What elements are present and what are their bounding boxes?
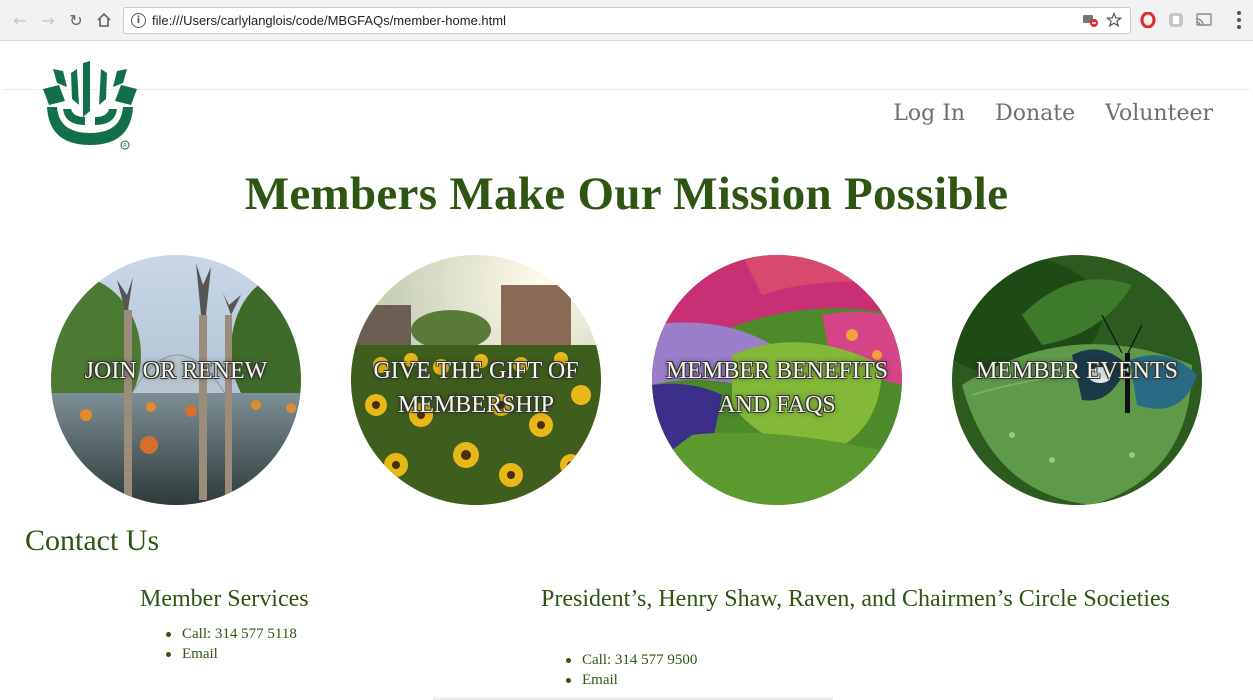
extension-badge-icon[interactable]: [1166, 10, 1186, 30]
nav-log-in[interactable]: Log In: [893, 101, 965, 126]
blocked-content-icon[interactable]: [1082, 12, 1098, 32]
page-info-icon[interactable]: i: [131, 13, 146, 28]
reload-icon[interactable]: ↻: [66, 10, 86, 30]
forward-arrow-icon[interactable]: →: [38, 10, 58, 30]
address-url[interactable]: file:///Users/carlylanglois/code/MBGFAQs…: [152, 13, 506, 28]
circle-societies-list: Call: 314 577 9500 Email: [566, 650, 697, 690]
circle-societies-phone[interactable]: Call: 314 577 9500: [566, 650, 697, 670]
circle-societies-email[interactable]: Email: [566, 670, 697, 690]
address-bar[interactable]: i file:///Users/carlylanglois/code/MBGFA…: [123, 7, 1131, 34]
nav-donate[interactable]: Donate: [995, 101, 1075, 126]
tile-label: MEMBER EVENTS: [975, 358, 1178, 384]
header-divider: [3, 89, 1250, 90]
tile-label: GIVE THE GIFT OF MEMBERSHIP: [373, 358, 579, 418]
scroll-shadow: [433, 696, 833, 700]
tile-gift-membership[interactable]: GIVE THE GIFT OF MEMBERSHIP: [351, 255, 601, 505]
tile-label: JOIN OR RENEW: [84, 358, 268, 384]
member-services-list: Call: 314 577 5118 Email: [166, 624, 297, 664]
back-arrow-icon[interactable]: ←: [10, 10, 30, 30]
cast-icon[interactable]: [1194, 10, 1214, 30]
member-services-phone[interactable]: Call: 314 577 5118: [166, 624, 297, 644]
contact-us-heading: Contact Us: [25, 524, 160, 557]
opera-extension-icon[interactable]: [1138, 10, 1158, 30]
member-services-heading: Member Services: [140, 586, 309, 612]
browser-toolbar: ← → ↻ i file:///Users/carlylanglois/code…: [0, 0, 1253, 41]
svg-text:R: R: [123, 143, 127, 149]
browser-menu-icon[interactable]: [1237, 11, 1241, 29]
top-navigation: Log In Donate Volunteer: [893, 101, 1213, 126]
nav-volunteer[interactable]: Volunteer: [1105, 101, 1213, 126]
tile-benefits-faqs[interactable]: MEMBER BENEFITS AND FAQS: [652, 255, 902, 505]
member-services-email[interactable]: Email: [166, 644, 297, 664]
home-icon[interactable]: [94, 10, 114, 30]
tile-label: MEMBER BENEFITS AND FAQS: [665, 358, 889, 418]
tile-join-or-renew[interactable]: JOIN OR RENEW: [51, 255, 301, 505]
page-title: Members Make Our Mission Possible: [244, 168, 1009, 220]
page: R Log In Donate Volunteer Members Make O…: [3, 41, 1250, 700]
tile-row: JOIN OR RENEW GIVE THE GIFT OF MEMBERSHI…: [51, 255, 1204, 505]
bookmark-star-icon[interactable]: [1105, 11, 1123, 32]
tile-member-events[interactable]: MEMBER EVENTS: [952, 255, 1202, 505]
garden-logo[interactable]: R: [39, 59, 141, 151]
circle-societies-heading: President’s, Henry Shaw, Raven, and Chai…: [541, 586, 1170, 612]
